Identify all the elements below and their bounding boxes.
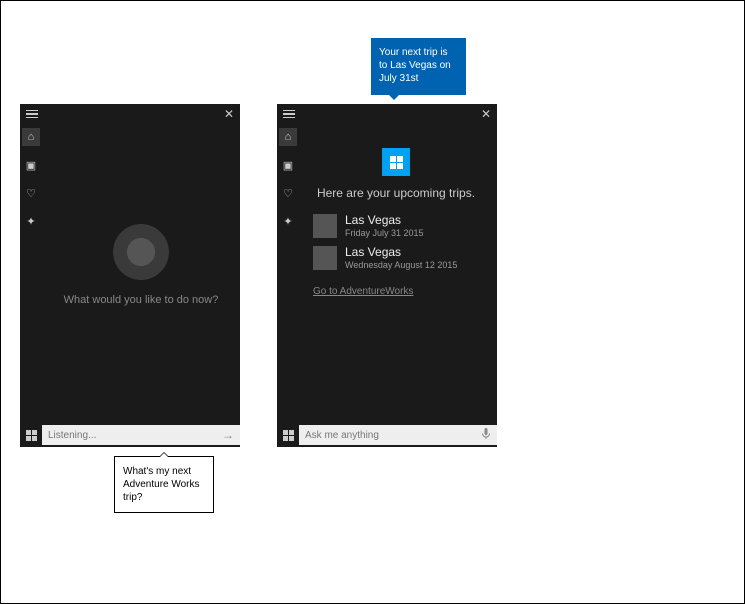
reminders-icon[interactable]: ✦ [22, 212, 40, 230]
start-icon[interactable] [20, 423, 42, 447]
hamburger-icon[interactable] [283, 108, 295, 121]
nav-rail: ⌂ ▣ ♡ ✦ [277, 124, 299, 423]
title-bar: ✕ [277, 104, 497, 124]
places-icon[interactable]: ♡ [22, 184, 40, 202]
user-speech-bubble: What's my next Adventure Works trip? [114, 456, 214, 513]
cortana-panel-listening: ✕ ⌂ ▣ ♡ ✦ What would you like to do now?… [20, 104, 240, 447]
title-bar: ✕ [20, 104, 240, 124]
canvas: Here are your upcoming trips. Las Vegas … [299, 124, 497, 423]
trip-item[interactable]: Las Vegas Friday July 31 2015 [303, 210, 489, 242]
start-icon[interactable] [277, 423, 299, 447]
nav-rail: ⌂ ▣ ♡ ✦ [20, 124, 42, 423]
hamburger-icon[interactable] [26, 108, 38, 121]
input-bar: Listening... → [20, 423, 240, 447]
input-placeholder: Ask me anything [305, 430, 379, 441]
microphone-icon[interactable] [481, 428, 491, 443]
app-tile-icon [382, 148, 410, 176]
home-icon[interactable]: ⌂ [279, 128, 297, 146]
trip-title: Las Vegas [345, 246, 457, 259]
close-icon[interactable]: ✕ [481, 107, 491, 121]
cortana-ring-icon [113, 224, 169, 280]
close-icon[interactable]: ✕ [224, 107, 234, 121]
reminders-icon[interactable]: ✦ [279, 212, 297, 230]
trip-thumbnail [313, 214, 337, 238]
trip-date: Wednesday August 12 2015 [345, 260, 457, 270]
input-text: Listening... [48, 430, 96, 441]
input-bar: Ask me anything [277, 423, 497, 447]
results-headline: Here are your upcoming trips. [303, 186, 489, 200]
notebook-icon[interactable]: ▣ [279, 156, 297, 174]
cortana-speech-bubble: Your next trip is to Las Vegas on July 3… [371, 38, 466, 95]
trip-title: Las Vegas [345, 214, 424, 227]
trip-item[interactable]: Las Vegas Wednesday August 12 2015 [303, 242, 489, 274]
search-input[interactable]: Listening... → [42, 425, 240, 445]
trip-thumbnail [313, 246, 337, 270]
cortana-prompt: What would you like to do now? [42, 294, 240, 306]
notebook-icon[interactable]: ▣ [22, 156, 40, 174]
home-icon[interactable]: ⌂ [22, 128, 40, 146]
cortana-panel-results: ✕ ⌂ ▣ ♡ ✦ Here are your upcoming trips. … [277, 104, 497, 447]
send-arrow-icon[interactable]: → [222, 428, 234, 442]
app-deep-link[interactable]: Go to AdventureWorks [313, 286, 479, 297]
places-icon[interactable]: ♡ [279, 184, 297, 202]
trip-date: Friday July 31 2015 [345, 228, 424, 238]
canvas: What would you like to do now? [42, 124, 240, 423]
search-input[interactable]: Ask me anything [299, 425, 497, 445]
